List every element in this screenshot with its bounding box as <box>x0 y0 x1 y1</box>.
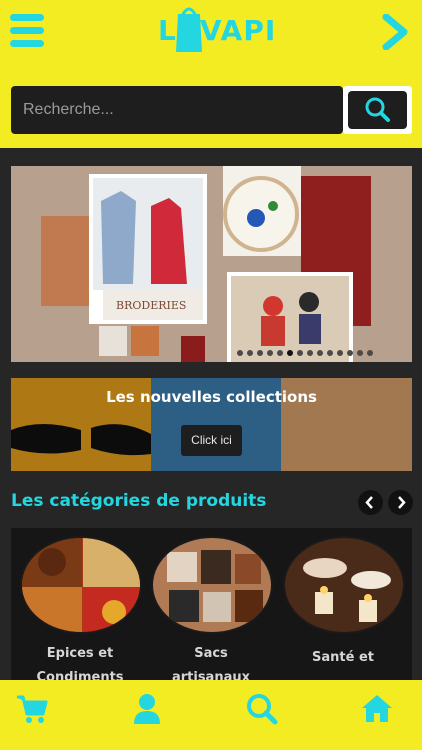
carousel-dot[interactable] <box>297 350 303 356</box>
categories-title: Les catégories de produits <box>11 491 267 511</box>
search-icon <box>247 694 278 725</box>
cart-icon <box>17 695 48 723</box>
app-header: LOVAPI Recherche... <box>0 0 422 148</box>
carousel-dot[interactable] <box>277 350 283 356</box>
search-button[interactable] <box>343 86 412 134</box>
app-logo: LOVAPI <box>150 4 275 56</box>
click-here-button[interactable]: Click ici <box>181 425 242 456</box>
nav-home[interactable] <box>360 692 394 726</box>
categories-prev-button[interactable] <box>358 490 383 515</box>
user-icon <box>134 694 160 724</box>
collection-title: Les nouvelles collections <box>106 388 317 406</box>
carousel-dot[interactable] <box>317 350 323 356</box>
category-label: Epices et <box>46 646 114 661</box>
search-input[interactable]: Recherche... <box>11 86 343 134</box>
next-button[interactable] <box>380 13 410 51</box>
categories-next-button[interactable] <box>388 490 413 515</box>
nav-profile[interactable] <box>130 692 164 726</box>
bottom-navigation <box>0 680 422 750</box>
chevron-right-icon <box>382 13 408 51</box>
new-collections-card: Les nouvelles collections Click ici <box>11 378 412 471</box>
hamburger-menu-icon <box>10 14 44 21</box>
banner-caption: BRODERIES <box>116 299 186 312</box>
category-image <box>20 536 142 634</box>
nav-cart[interactable] <box>15 692 49 726</box>
chevron-right-icon <box>398 496 406 509</box>
menu-button[interactable] <box>10 14 46 48</box>
nav-search[interactable] <box>245 692 279 726</box>
carousel-dot[interactable] <box>247 350 253 356</box>
hamburger-menu-icon <box>10 40 44 47</box>
category-label: Sacs <box>194 646 228 661</box>
hero-banner[interactable]: BRODERIES <box>11 166 412 362</box>
carousel-dot[interactable] <box>307 350 313 356</box>
category-label-line2: Condiments <box>36 670 124 680</box>
banner-image: BRODERIES <box>11 166 412 362</box>
category-label-line2: artisanaux <box>171 670 251 680</box>
carousel-dot[interactable] <box>257 350 263 356</box>
search-icon <box>365 97 390 122</box>
carousel-dot[interactable] <box>327 350 333 356</box>
carousel-dots[interactable] <box>237 350 373 356</box>
chevron-left-icon <box>365 496 373 509</box>
carousel-dot[interactable] <box>367 350 373 356</box>
carousel-dot[interactable] <box>337 350 343 356</box>
logo-text: LOVAPI <box>158 14 277 47</box>
hamburger-menu-icon <box>10 27 44 34</box>
category-image <box>151 536 273 634</box>
category-item[interactable]: Sacs artisanaux <box>147 528 275 680</box>
carousel-dot[interactable] <box>347 350 353 356</box>
carousel-dot-active[interactable] <box>287 350 293 356</box>
category-image <box>283 536 405 634</box>
carousel-dot[interactable] <box>237 350 243 356</box>
category-item[interactable]: Epices et Condiments <box>16 528 144 680</box>
carousel-dot[interactable] <box>357 350 363 356</box>
carousel-dot[interactable] <box>267 350 273 356</box>
home-icon <box>362 695 392 722</box>
category-item[interactable]: Santé et <box>279 528 407 680</box>
categories-list: Epices et Condiments Sacs artisanaux San… <box>11 528 412 680</box>
category-label: Santé et <box>312 650 374 665</box>
